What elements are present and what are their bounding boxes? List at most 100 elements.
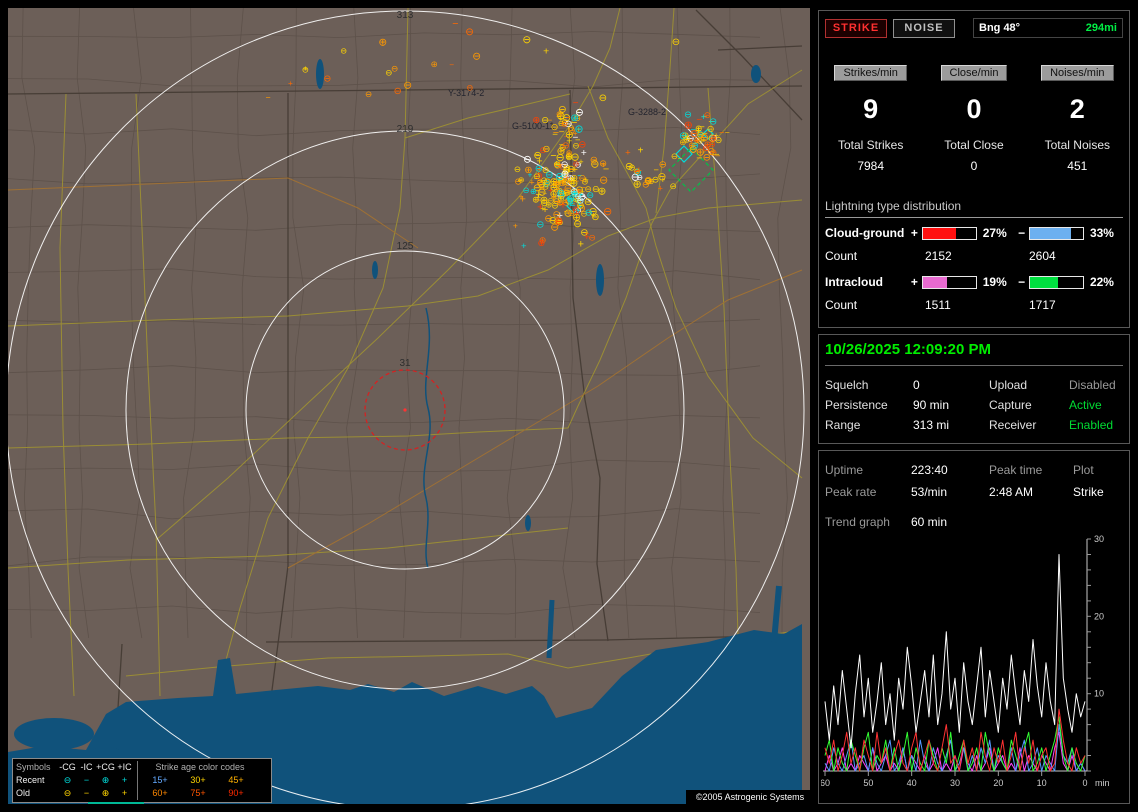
svg-text:+: + — [633, 167, 638, 177]
svg-text:⊖: ⊖ — [472, 51, 481, 63]
plot-label: Plot — [1073, 463, 1094, 477]
svg-text:−: − — [573, 98, 579, 109]
noises-column: Noises/min 2 Total Noises 451 — [1026, 63, 1129, 173]
persistence-label: Persistence — [825, 398, 888, 412]
svg-text:+: + — [658, 184, 663, 194]
count-label: Count — [825, 298, 858, 312]
svg-text:+: + — [519, 192, 524, 202]
svg-text:⊖: ⊖ — [541, 115, 549, 125]
status-row: Persistence 90 min Capture Active — [825, 395, 1123, 415]
svg-text:⊕: ⊕ — [570, 113, 579, 124]
status-value-0: Disabled — [1069, 378, 1116, 392]
intracloud-count-row: Count 1511 1717 — [825, 294, 1123, 316]
svg-text:⊖: ⊖ — [603, 206, 612, 218]
svg-text:−: − — [559, 127, 565, 138]
lightning-map[interactable]: 313 219 125 31 Y-3174-2 G-5100-11 G-3288-2… — [8, 8, 810, 804]
total-strikes-label: Total Strikes — [837, 138, 904, 152]
ring-label-219: 219 — [397, 124, 414, 135]
trend-graph: 30 20 10 60 50 40 30 20 10 0 min — [820, 534, 1125, 800]
svg-text:+: + — [572, 164, 578, 176]
svg-text:−: − — [266, 93, 271, 103]
ic-negative-pct: 22% — [1089, 275, 1114, 289]
svg-text:⊖: ⊖ — [644, 175, 653, 187]
cg-negative-pct: 33% — [1089, 226, 1114, 240]
negative-sign: − — [1018, 275, 1026, 289]
ic-positive-pct: 19% — [982, 275, 1007, 289]
map-canvas: 313 219 125 31 Y-3174-2G-5100-11G-3288-2… — [8, 8, 810, 804]
svg-text:⊖: ⊖ — [553, 161, 561, 172]
svg-text:−: − — [696, 152, 702, 164]
svg-text:+: + — [576, 206, 581, 215]
stats-row: Peak rate 53/min 2:48 AM Strike — [825, 481, 1123, 503]
svg-text:50: 50 — [863, 778, 873, 788]
peak-time-label: Peak time — [989, 463, 1043, 477]
svg-text:⊖: ⊖ — [578, 173, 586, 183]
svg-text:−: − — [569, 198, 574, 208]
trend-panel: Uptime 223:40 Peak time Plot Peak rate 5… — [818, 450, 1130, 804]
svg-text:⊖: ⊖ — [522, 34, 531, 46]
strike-legend: Symbols -CG -IC +CG +IC Strike age color code… — [12, 758, 272, 803]
svg-text:⊖: ⊖ — [599, 93, 607, 104]
svg-text:⊖: ⊖ — [657, 171, 666, 183]
svg-text:+: + — [581, 148, 587, 159]
receiver-label: Receiver — [989, 418, 1037, 432]
svg-text:⊖: ⊖ — [670, 181, 677, 191]
dist-bar-neg-fill-0 — [1030, 227, 1072, 239]
trend-series-lines — [824, 554, 1086, 772]
range-label: Range — [825, 418, 861, 432]
svg-text:+: + — [601, 160, 606, 170]
svg-text:+: + — [521, 241, 527, 252]
strikes-per-min-button[interactable]: Strikes/min — [834, 65, 907, 81]
negative-sign: − — [1018, 226, 1026, 240]
svg-text:⊖: ⊖ — [465, 27, 474, 38]
svg-text:⊖: ⊖ — [536, 219, 544, 230]
svg-text:G-3288-2: G-3288-2 — [628, 107, 666, 117]
svg-text:⊖: ⊖ — [585, 208, 593, 218]
total-strikes-value: 7984 — [857, 159, 885, 173]
upload-label: Upload — [989, 378, 1028, 392]
cg-negative-bar — [1029, 226, 1084, 240]
svg-text:⊕: ⊕ — [518, 176, 525, 185]
svg-text:⊖: ⊖ — [340, 46, 347, 55]
strike-button[interactable]: STRIKE — [825, 18, 887, 38]
svg-text:10: 10 — [1094, 689, 1104, 699]
svg-text:⊕: ⊕ — [684, 119, 693, 131]
lightning-detector-app: 313 219 125 31 Y-3174-2 G-5100-11 G-3288-2… — [0, 0, 1138, 812]
status-row: Range 313 mi Receiver Enabled — [825, 415, 1123, 435]
intracloud-row: Intracloud + 19% − 22% — [825, 270, 1123, 294]
total-noises-value: 451 — [1067, 159, 1088, 173]
indicator-bar — [88, 802, 144, 804]
svg-text:⊖: ⊖ — [555, 217, 564, 228]
cloud-ground-count-row: Count 2152 2604 — [825, 245, 1123, 267]
close-per-min-button[interactable]: Close/min — [940, 65, 1008, 81]
status-value-2: Enabled — [1069, 418, 1114, 432]
svg-text:+: + — [566, 136, 572, 147]
svg-text:+: + — [702, 136, 707, 145]
noise-button[interactable]: NOISE — [893, 18, 955, 38]
svg-text:⊖: ⊖ — [324, 74, 332, 84]
trend-header-row: Trend graph 60 min — [825, 511, 1123, 533]
cg-positive-count: 2152 — [925, 249, 952, 263]
intracloud-label: Intracloud — [825, 275, 884, 289]
svg-text:min: min — [1095, 778, 1110, 788]
svg-text:⊕: ⊕ — [679, 137, 686, 147]
svg-text:−: − — [574, 176, 579, 186]
noises-per-min-button[interactable]: Noises/min — [1041, 65, 1114, 81]
svg-text:⊕: ⊕ — [378, 37, 387, 49]
svg-text:0: 0 — [1082, 778, 1087, 788]
svg-text:⊖: ⊖ — [551, 121, 559, 132]
svg-text:⊖: ⊖ — [553, 179, 560, 189]
svg-text:−: − — [572, 188, 578, 199]
dist-bar-neg-fill-1 — [1030, 276, 1058, 288]
ic-positive-bar — [922, 275, 977, 289]
ic-negative-count: 1717 — [1029, 298, 1056, 312]
count-label: Count — [825, 249, 858, 263]
dist-bar-pos-fill-1 — [923, 276, 947, 288]
svg-text:⊖: ⊖ — [684, 110, 692, 120]
svg-text:⊖: ⊖ — [584, 197, 593, 208]
svg-text:⊖: ⊖ — [302, 64, 309, 74]
svg-text:⊕: ⊕ — [431, 59, 438, 69]
ring-label-31: 31 — [399, 358, 411, 369]
lightning-type-distribution: Lightning type distribution Cloud-ground… — [825, 199, 1123, 316]
svg-text:⊖: ⊖ — [710, 133, 717, 143]
